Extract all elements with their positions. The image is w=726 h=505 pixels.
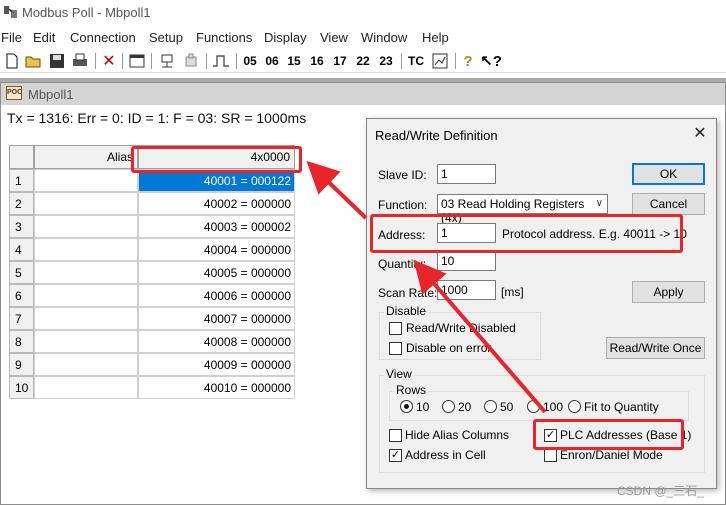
annotation-arrows [306, 160, 547, 414]
arrow-to-quantity [413, 259, 547, 414]
watermark: CSDN @_三石_ [617, 484, 704, 498]
arrow-to-header [306, 160, 368, 220]
